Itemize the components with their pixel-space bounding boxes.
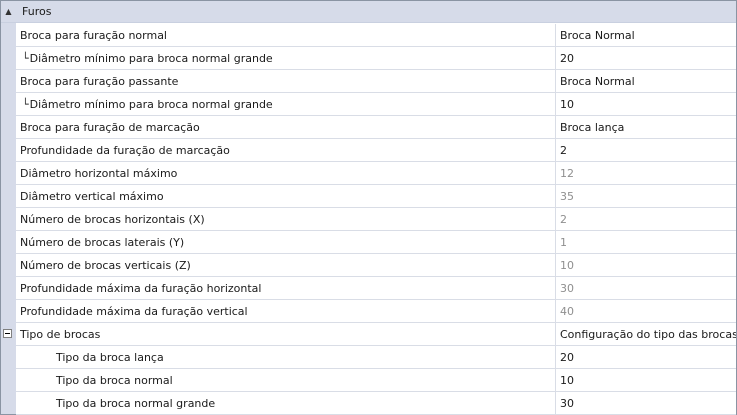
property-name-label: Profundidade máxima da furação vertical [20, 304, 248, 318]
property-value[interactable]: Broca Normal [556, 24, 736, 46]
property-name-label: Diâmetro mínimo para broca normal grande [29, 51, 273, 65]
property-name-label: Broca para furação de marcação [20, 120, 200, 134]
property-value: 12 [560, 166, 574, 180]
property-name[interactable]: Tipo da broca normal [16, 369, 556, 391]
property-name[interactable]: Tipo da broca lança [16, 346, 556, 368]
property-row[interactable]: Broca para furação de marcação Broca lanç… [16, 116, 736, 139]
property-name[interactable]: Broca para furação normal [16, 24, 556, 46]
property-value[interactable]: 20 [556, 346, 736, 368]
property-name[interactable]: Tipo de brocas [16, 323, 556, 345]
property-name[interactable]: Diâmetro horizontal máximo [16, 162, 556, 184]
tree-branch-icon: └ [22, 97, 29, 111]
property-row[interactable]: Número de brocas laterais (Y) 1 [16, 231, 736, 254]
property-name-label: Diâmetro mínimo para broca normal grande [29, 97, 273, 111]
property-value: 1 [560, 235, 567, 249]
property-name-label: Tipo da broca lança [56, 350, 164, 364]
property-name[interactable]: Número de brocas verticais (Z) [16, 254, 556, 276]
property-name[interactable]: └ Diâmetro mínimo para broca normal grand… [16, 47, 556, 69]
property-row[interactable]: Profundidade máxima da furação vertical 4… [16, 300, 736, 323]
property-row[interactable]: Tipo da broca normal 10 [16, 369, 736, 392]
property-name[interactable]: Broca para furação passante [16, 70, 556, 92]
property-value[interactable]: 10 [556, 369, 736, 391]
property-name-label: Diâmetro vertical máximo [20, 189, 164, 203]
property-value: 10 [560, 258, 574, 272]
collapse-arrow-icon[interactable]: ▲ [1, 1, 16, 22]
tree-branch-icon: └ [22, 51, 29, 65]
property-row[interactable]: Número de brocas horizontais (X) 2 [16, 208, 736, 231]
property-name[interactable]: Tipo da broca normal grande [16, 392, 556, 414]
property-name-label: Tipo da broca normal [56, 373, 173, 387]
property-row[interactable]: Número de brocas verticais (Z) 10 [16, 254, 736, 277]
property-name-label: Número de brocas horizontais (X) [20, 212, 205, 226]
category-header-furos[interactable]: ▲ Furos [1, 1, 736, 23]
property-value[interactable]: 30 [556, 392, 736, 414]
category-title: Furos [22, 5, 52, 18]
property-name[interactable]: Profundidade máxima da furação horizonta… [16, 277, 556, 299]
property-value[interactable]: 2 [556, 139, 736, 161]
property-name-label: Profundidade da furação de marcação [20, 143, 230, 157]
property-row[interactable]: Tipo de brocas Configuração do tipo das b… [3, 323, 736, 346]
property-row[interactable]: Broca para furação passante Broca Normal [16, 70, 736, 93]
property-rows: Broca para furação normal Broca Normal └ Di… [3, 24, 736, 415]
collapse-minus-icon[interactable] [3, 329, 12, 338]
property-name[interactable]: └ Diâmetro mínimo para broca normal grand… [16, 93, 556, 115]
property-row[interactable]: Tipo da broca lança 20 [16, 346, 736, 369]
property-name-label: Broca para furação normal [20, 28, 167, 42]
property-value[interactable]: Broca lança [556, 116, 736, 138]
property-row[interactable]: └ Diâmetro mínimo para broca normal grand… [16, 47, 736, 70]
property-row[interactable]: Profundidade da furação de marcação 2 [16, 139, 736, 162]
property-name[interactable]: Profundidade da furação de marcação [16, 139, 556, 161]
property-value: 40 [560, 304, 574, 318]
property-value[interactable]: 20 [556, 47, 736, 69]
property-name-label: Broca para furação passante [20, 74, 179, 88]
property-name-label: Diâmetro horizontal máximo [20, 166, 178, 180]
property-grid: ▲ Furos Broca para furação normal Broca N… [0, 0, 737, 415]
property-name-label: Número de brocas laterais (Y) [20, 235, 185, 249]
grid-gutter [1, 1, 16, 414]
property-name-label: Tipo da broca normal grande [56, 396, 216, 410]
property-value: 30 [560, 281, 574, 295]
property-row[interactable]: Diâmetro vertical máximo 35 [16, 185, 736, 208]
property-name[interactable]: Profundidade máxima da furação vertical [16, 300, 556, 322]
property-value: 2 [560, 212, 567, 226]
property-name-label: Tipo de brocas [20, 327, 101, 341]
property-name-label: Número de brocas verticais (Z) [20, 258, 191, 272]
property-name[interactable]: Diâmetro vertical máximo [16, 185, 556, 207]
property-row[interactable]: Profundidade máxima da furação horizonta… [16, 277, 736, 300]
property-name[interactable]: Broca para furação de marcação [16, 116, 556, 138]
property-value: 35 [560, 189, 574, 203]
property-name-label: Profundidade máxima da furação horizonta… [20, 281, 262, 295]
property-row[interactable]: Broca para furação normal Broca Normal [16, 24, 736, 47]
property-value[interactable]: 10 [556, 93, 736, 115]
property-row[interactable]: Diâmetro horizontal máximo 12 [16, 162, 736, 185]
property-value[interactable]: Broca Normal [556, 70, 736, 92]
property-name[interactable]: Número de brocas laterais (Y) [16, 231, 556, 253]
property-name[interactable]: Número de brocas horizontais (X) [16, 208, 556, 230]
property-row[interactable]: └ Diâmetro mínimo para broca normal grand… [16, 93, 736, 116]
property-row[interactable]: Tipo da broca normal grande 30 [16, 392, 736, 415]
property-value[interactable]: Configuração do tipo das brocas. [556, 323, 736, 345]
